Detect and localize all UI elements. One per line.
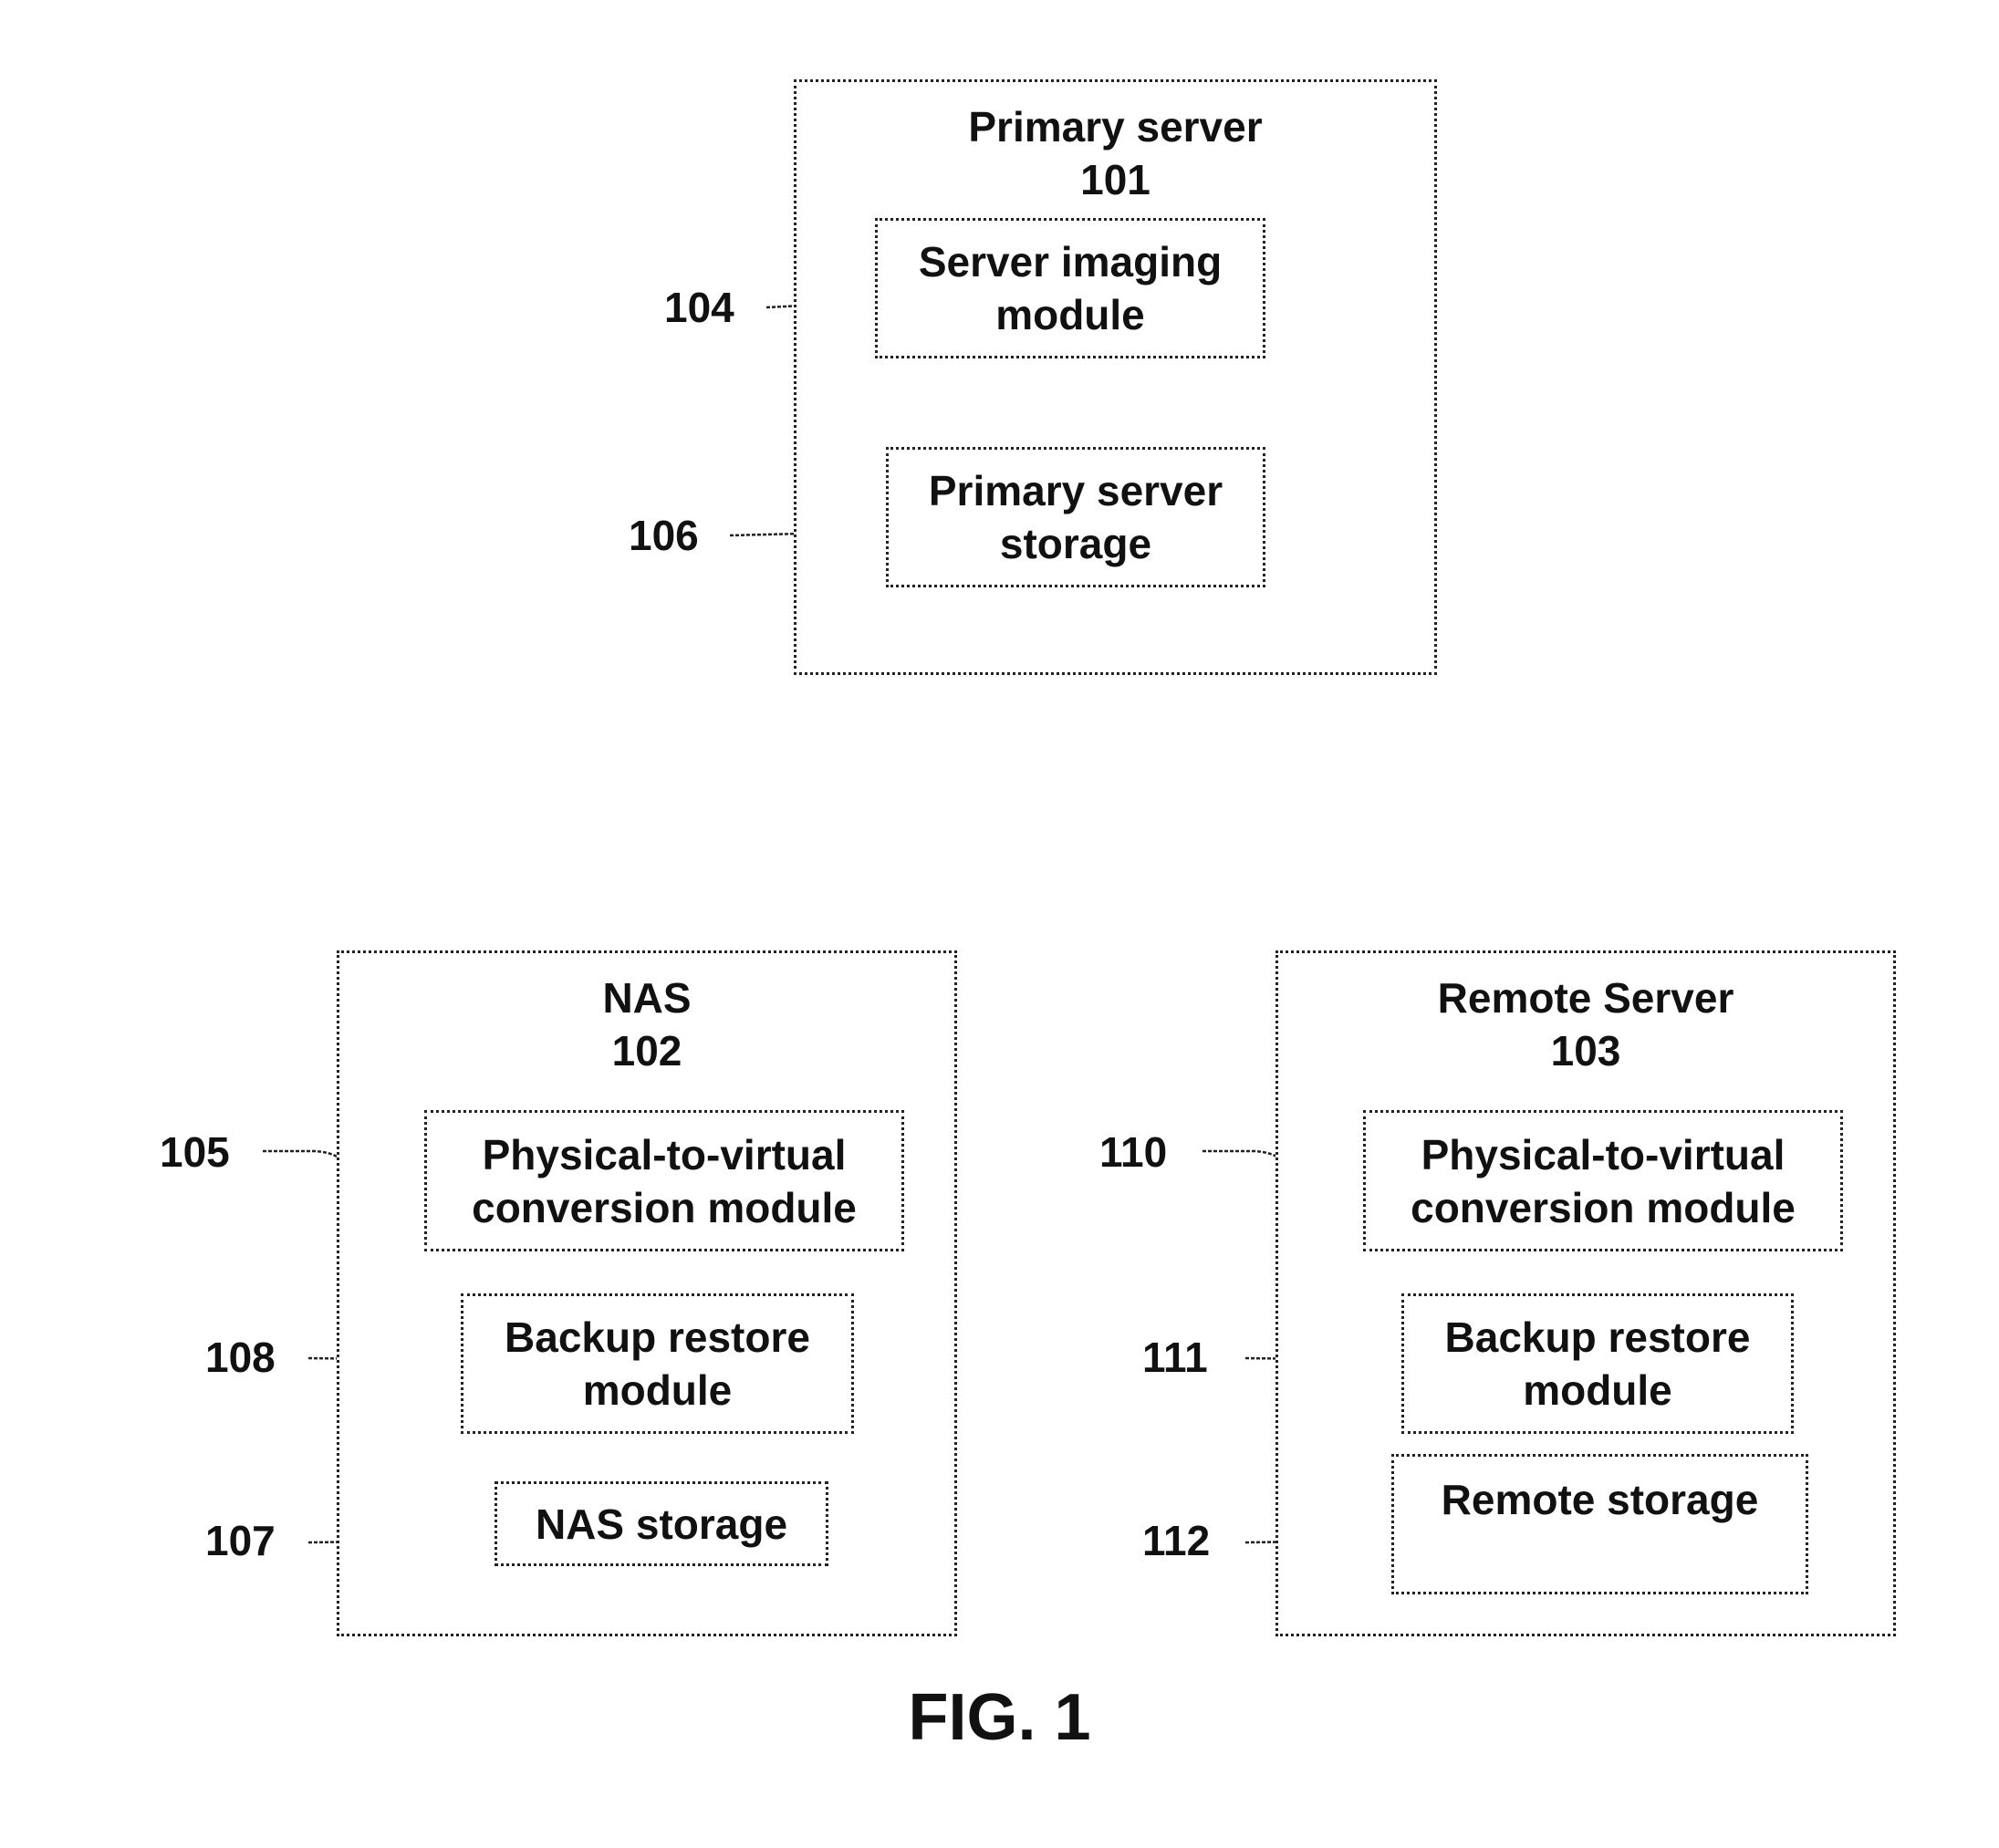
module-label-line: storage xyxy=(999,520,1152,567)
module-label-line: Backup restore xyxy=(1444,1313,1751,1361)
module-label-line: module xyxy=(1523,1366,1672,1414)
ref-107: 107 xyxy=(205,1517,276,1564)
remote-server-title: Remote Server 103 xyxy=(1278,971,1893,1077)
module-label-line: Physical-to-virtual xyxy=(1421,1130,1786,1178)
primary-server-name: Primary server xyxy=(968,103,1263,151)
module-label-line: Primary server xyxy=(928,467,1223,514)
module-label-line: conversion module xyxy=(1411,1183,1796,1231)
nas-storage: NAS storage xyxy=(495,1481,828,1566)
module-label-line: conversion module xyxy=(472,1183,857,1231)
primary-server-number: 101 xyxy=(1080,156,1150,203)
figure-caption: FIG. 1 xyxy=(908,1681,1091,1754)
nas-p2v-conversion-module: Physical-to-virtual conversion module xyxy=(424,1110,904,1251)
ref-111: 111 xyxy=(1142,1334,1208,1381)
ref-106: 106 xyxy=(629,512,699,559)
remote-server-number: 103 xyxy=(1550,1027,1621,1075)
module-label-line: module xyxy=(582,1366,733,1414)
server-imaging-module: Server imaging module xyxy=(875,218,1265,358)
remote-backup-restore-module: Backup restore module xyxy=(1401,1293,1794,1434)
remote-server-name: Remote Server xyxy=(1437,974,1734,1022)
module-label-line: Backup restore xyxy=(505,1313,810,1361)
module-label-line: Server imaging xyxy=(918,238,1223,286)
module-label-line: module xyxy=(995,291,1145,338)
nas-title: NAS 102 xyxy=(339,971,954,1077)
module-label-line: NAS storage xyxy=(535,1500,788,1548)
remote-p2v-conversion-module: Physical-to-virtual conversion module xyxy=(1363,1110,1843,1251)
nas-name: NAS xyxy=(602,974,692,1022)
module-label-line: Physical-to-virtual xyxy=(482,1130,847,1178)
ref-104: 104 xyxy=(664,284,734,331)
ref-112: 112 xyxy=(1142,1517,1211,1564)
primary-server-storage: Primary server storage xyxy=(886,447,1265,587)
ref-108: 108 xyxy=(205,1334,276,1381)
nas-backup-restore-module: Backup restore module xyxy=(461,1293,854,1434)
nas-number: 102 xyxy=(611,1027,682,1075)
primary-server-title: Primary server 101 xyxy=(796,100,1434,206)
module-label-line: Remote storage xyxy=(1441,1476,1759,1523)
remote-storage: Remote storage xyxy=(1391,1454,1808,1594)
ref-110: 110 xyxy=(1099,1128,1168,1176)
ref-105: 105 xyxy=(160,1128,230,1176)
